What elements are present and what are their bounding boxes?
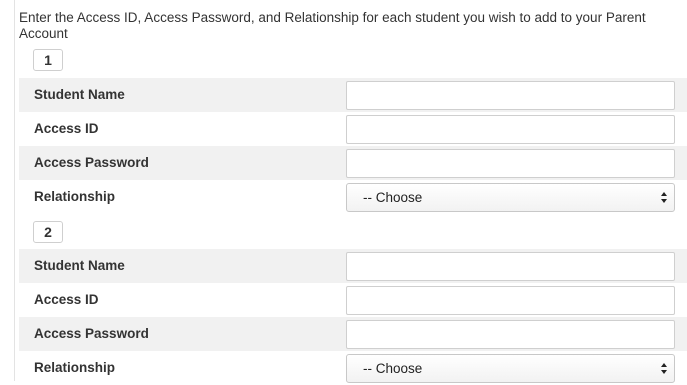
student-2-relationship-select[interactable]: -- Choose bbox=[346, 354, 675, 383]
student-1-access-password-input[interactable] bbox=[346, 149, 675, 178]
student-1-access-password-row: Access Password bbox=[19, 146, 687, 180]
student-1-name-input[interactable] bbox=[346, 81, 675, 110]
student-2-access-id-row: Access ID bbox=[19, 283, 687, 317]
student-1-access-id-input[interactable] bbox=[346, 115, 675, 144]
instructions-text: Enter the Access ID, Access Password, an… bbox=[19, 10, 646, 41]
student-1-relationship-row: Relationship -- Choose bbox=[19, 180, 687, 214]
student-1-access-password-label: Access Password bbox=[34, 155, 149, 170]
student-2-relationship-row: Relationship -- Choose bbox=[19, 351, 687, 385]
student-1-relationship-selected-value: -- Choose bbox=[363, 190, 423, 205]
student-2-relationship-label: Relationship bbox=[34, 360, 116, 375]
student-2-name-label: Student Name bbox=[34, 258, 125, 273]
student-2-number-badge: 2 bbox=[33, 221, 63, 243]
student-2-access-id-input[interactable] bbox=[346, 286, 675, 315]
student-1-relationship-select[interactable]: -- Choose bbox=[346, 183, 675, 212]
student-2-name-row: Student Name bbox=[19, 249, 687, 283]
student-2-access-id-label: Access ID bbox=[34, 292, 99, 307]
student-2-name-input[interactable] bbox=[346, 252, 675, 281]
student-2-access-password-input[interactable] bbox=[346, 320, 675, 349]
student-1-number-badge: 1 bbox=[33, 49, 63, 71]
student-1-name-label: Student Name bbox=[34, 87, 125, 102]
student-1-access-id-label: Access ID bbox=[34, 121, 99, 136]
student-2-access-password-label: Access Password bbox=[34, 326, 149, 341]
student-1-name-row: Student Name bbox=[19, 78, 687, 112]
chevron-up-down-icon bbox=[661, 363, 667, 374]
student-2-relationship-selected-value: -- Choose bbox=[363, 361, 423, 376]
student-1-relationship-label: Relationship bbox=[34, 189, 116, 204]
chevron-up-down-icon bbox=[661, 192, 667, 203]
student-1-access-id-row: Access ID bbox=[19, 112, 687, 146]
student-2-access-password-row: Access Password bbox=[19, 317, 687, 351]
